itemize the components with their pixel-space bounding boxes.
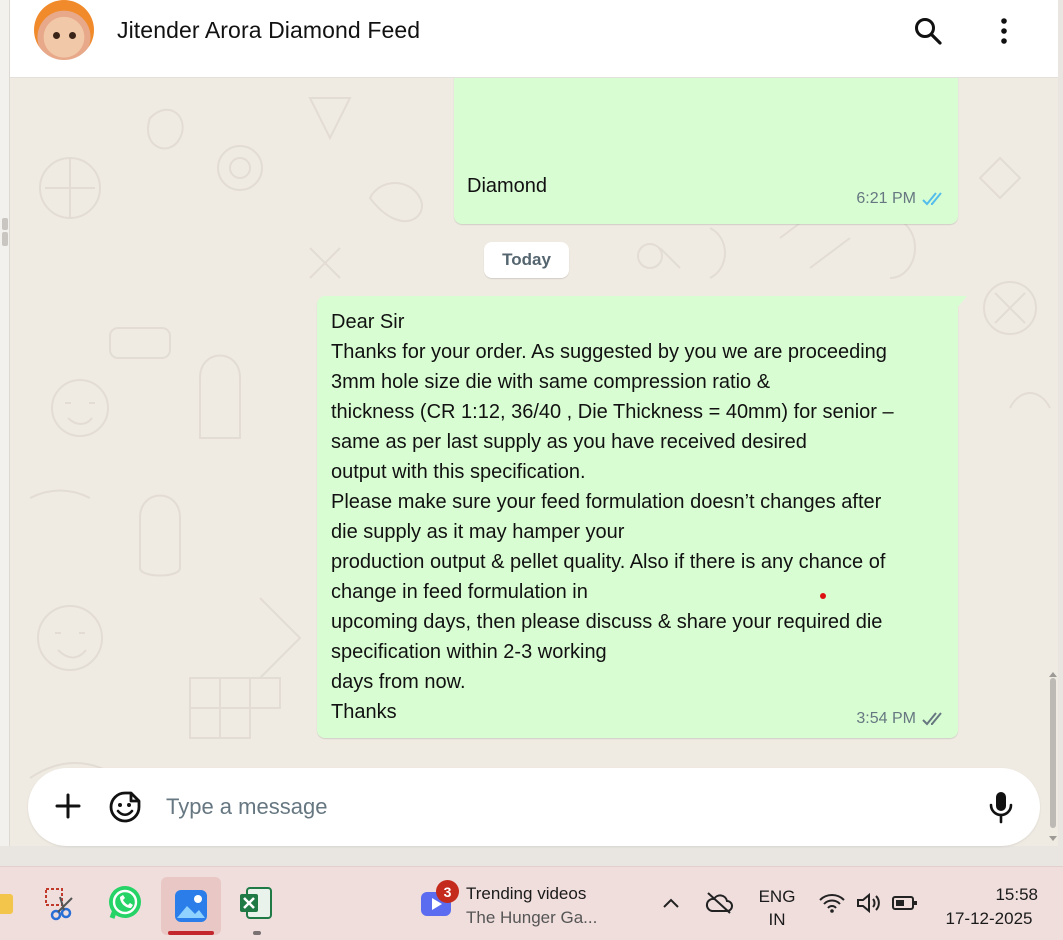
avatar-eye	[53, 32, 60, 39]
windows-taskbar: 3 Trending videos The Hunger Ga... ENG I…	[0, 866, 1063, 940]
date-separator: Today	[484, 242, 569, 278]
taskbar-excel[interactable]	[234, 881, 278, 925]
contact-name[interactable]: Jitender Arora Diamond Feed	[117, 17, 420, 44]
edge-marker	[2, 232, 8, 246]
message-meta: 3:54 PM	[856, 710, 946, 728]
show-hidden-icons-button[interactable]	[651, 881, 691, 925]
cursor-dot	[820, 593, 826, 599]
microphone-icon[interactable]	[986, 790, 1016, 824]
message-time: 6:21 PM	[856, 190, 916, 207]
chat-header: Jitender Arora Diamond Feed	[10, 0, 1058, 78]
scroll-down-arrow[interactable]	[1049, 836, 1057, 841]
photos-icon	[175, 890, 207, 922]
battery-status[interactable]	[887, 881, 923, 925]
message-bubble-outgoing[interactable]: Dear Sir Thanks for your order. As sugge…	[317, 296, 967, 738]
chevron-up-icon	[663, 898, 679, 908]
double-check-read-icon	[922, 192, 942, 206]
scissors-icon	[45, 888, 73, 921]
language-bottom[interactable]: IN	[752, 910, 802, 930]
language-top[interactable]: ENG	[752, 887, 802, 907]
bubble-tail	[957, 296, 967, 308]
running-app-indicator	[253, 931, 261, 935]
message-time: 3:54 PM	[856, 710, 916, 727]
whatsapp-icon	[109, 886, 141, 919]
double-check-delivered-icon	[922, 712, 942, 726]
edge-marker	[2, 218, 8, 230]
clock-time[interactable]: 15:58	[960, 885, 1052, 905]
widget-title[interactable]: Trending videos	[466, 884, 586, 904]
volume-status[interactable]	[851, 881, 887, 925]
contact-avatar[interactable]	[34, 0, 94, 60]
taskbar-whatsapp[interactable]	[103, 881, 147, 925]
clock-date[interactable]: 17-12-2025	[936, 909, 1042, 929]
widget-subtitle[interactable]: The Hunger Ga...	[466, 908, 597, 928]
chat-area[interactable]: Diamond 6:21 PM Today Dear Sir Thanks fo…	[10, 78, 1058, 866]
window-bottom-margin	[0, 846, 1063, 866]
search-button[interactable]	[911, 14, 945, 48]
message-composer: Type a message	[28, 768, 1040, 846]
more-vertical-icon	[1001, 18, 1007, 44]
taskbar-snipping-tool[interactable]	[38, 881, 82, 925]
battery-icon	[892, 896, 917, 910]
wifi-icon	[819, 894, 845, 913]
cloud-off-icon	[705, 892, 733, 914]
message-input[interactable]: Type a message	[166, 794, 327, 820]
left-window-edge	[0, 0, 10, 866]
taskbar-photos[interactable]	[161, 877, 221, 935]
avatar-eye	[69, 32, 76, 39]
excel-icon	[240, 887, 272, 919]
scroll-up-arrow[interactable]	[1049, 672, 1057, 677]
attach-plus-icon[interactable]	[52, 790, 84, 822]
folder-icon	[0, 894, 13, 914]
active-app-indicator	[168, 931, 214, 935]
notification-badge: 3	[436, 880, 459, 903]
message-text: Diamond	[467, 175, 548, 197]
speaker-icon	[857, 892, 880, 914]
chat-scrollbar[interactable]	[1050, 678, 1056, 828]
message-text: Dear Sir Thanks for your order. As sugge…	[331, 311, 894, 723]
sticker-icon[interactable]	[108, 790, 142, 824]
search-icon	[915, 18, 942, 45]
wifi-status[interactable]	[814, 881, 850, 925]
taskbar-app-partial[interactable]	[0, 881, 22, 925]
message-meta: 6:21 PM	[856, 190, 946, 208]
onedrive-status[interactable]	[698, 881, 740, 925]
message-bubble-outgoing[interactable]: Diamond 6:21 PM	[454, 78, 958, 224]
menu-button[interactable]	[987, 14, 1021, 48]
